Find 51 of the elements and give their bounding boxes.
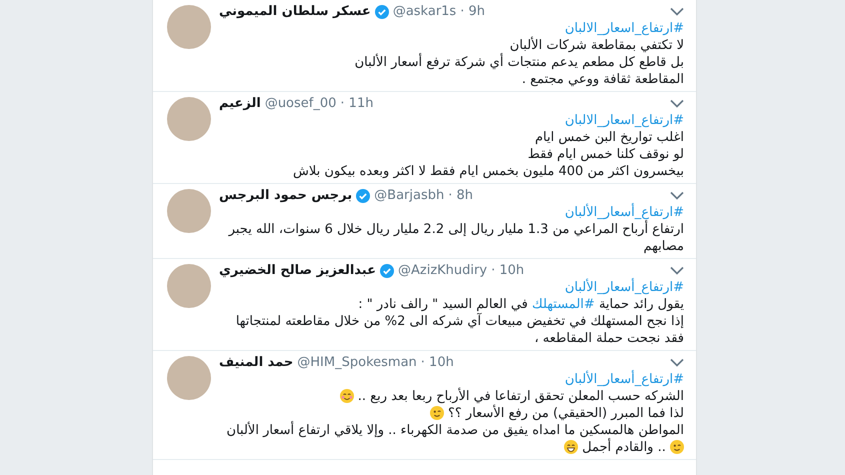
grinning-face-icon xyxy=(564,440,578,454)
avatar xyxy=(167,264,211,308)
hashtag-link[interactable]: #المستهلك xyxy=(532,297,595,312)
tweet-text: المواطن هالمسكين ما امداه يفيق من صدمة الكهرباء .. وإلا يلاقي ارتفاع أسعار الألبان xyxy=(226,423,684,438)
tweet-text: لذا فما المبرر (الحقيقي) من رفع الأسعار ؟؟ xyxy=(448,406,684,421)
user-handle: @HIM_Spokesman xyxy=(297,354,417,371)
tweet-time: · 10h xyxy=(420,354,454,371)
avatar xyxy=(167,356,211,400)
avatar xyxy=(167,189,211,233)
chevron-down-icon[interactable] xyxy=(670,99,684,108)
tweet-text: بل قاطع كل مطعم يدعم منتجات أي شركة ترفع أسعار الألبان xyxy=(354,55,684,70)
chevron-down-icon[interactable] xyxy=(670,358,684,367)
tweet-text: ارتفاع أرباح المراعي من 1.3 مليار ريال إلى 2.2 مليار ريال خلال 6 سنوات، الله يجبر xyxy=(228,222,684,237)
tweet-time: · 11h xyxy=(340,95,374,112)
tweet-text: في العالم السيد " رالف نادر " : xyxy=(358,297,528,312)
tweet-text: .. والقادم أجمل xyxy=(582,440,666,455)
tweet-text: فقد نجحت حملة المقاطعه ، xyxy=(534,331,684,346)
hashtag-link[interactable]: #ارتفاع_أسعار_الألبان xyxy=(564,205,684,220)
user-name: الزعيم xyxy=(219,95,261,112)
winking-face-icon xyxy=(670,440,684,454)
chevron-down-icon[interactable] xyxy=(670,191,684,200)
winking-face-icon xyxy=(430,406,444,420)
hashtag-link[interactable]: #ارتفاع_أسعار_الألبان xyxy=(564,280,684,295)
hashtag-link[interactable]: #ارتفاع_أسعار_الألبان xyxy=(564,372,684,387)
tweet-text: الشركه حسب المعلن تحقق ارتفاعا في الأرباح ربعا بعد ربع .. xyxy=(358,389,684,404)
user-name: عبدالعزيز صالح الخضيري xyxy=(219,262,376,279)
chevron-down-icon[interactable] xyxy=(670,7,684,16)
tweet-time: · 8h xyxy=(448,187,474,204)
tweet-text: مصابهم xyxy=(644,239,684,254)
tweet-text: إذا نجح المستهلك في تخفيض مبيعات آي شركه الى 2% من خلال مقاطعته لمنتجاتها xyxy=(236,314,684,329)
avatar xyxy=(167,5,211,49)
tweet-text: لو نوقف كلنا خمس ايام فقط xyxy=(528,147,684,162)
tweet-time: · 9h xyxy=(460,3,485,20)
user-handle: @askar1s xyxy=(392,3,456,20)
tweet-text: يقول رائد حماية xyxy=(598,297,684,312)
user-name: عسكر سلطان الميموني xyxy=(219,3,371,20)
avatar xyxy=(167,97,211,141)
tweet-text: لا تكتفي بمقاطعة شركات الألبان xyxy=(510,38,684,53)
user-handle: @Barjasbh xyxy=(374,187,444,204)
user-name: حمد المنيف xyxy=(219,354,294,371)
user-name: برجس حمود البرجس xyxy=(219,187,352,204)
user-handle: @uosef_00 xyxy=(264,95,336,112)
hashtag-link[interactable]: #ارتفاع_اسعار_الالبان xyxy=(564,113,684,128)
tweet-text: اغلب تواريخ البن خمس ايام xyxy=(535,130,684,145)
smiling-face-icon xyxy=(340,389,354,404)
tweet-text: المقاطعة ثقافة ووعي مجتمع . xyxy=(522,72,684,87)
hashtag-link[interactable]: #ارتفاع_اسعار_الالبان xyxy=(564,21,684,36)
chevron-down-icon[interactable] xyxy=(670,266,684,275)
tweet-text: بيخسرون اكثر من 400 مليون بخمس ايام فقط لا اكثر وبعده بيكون بلاش xyxy=(293,164,684,179)
tweet-time: · 10h xyxy=(491,262,524,279)
user-handle: @AzizKhudiry xyxy=(398,262,488,279)
